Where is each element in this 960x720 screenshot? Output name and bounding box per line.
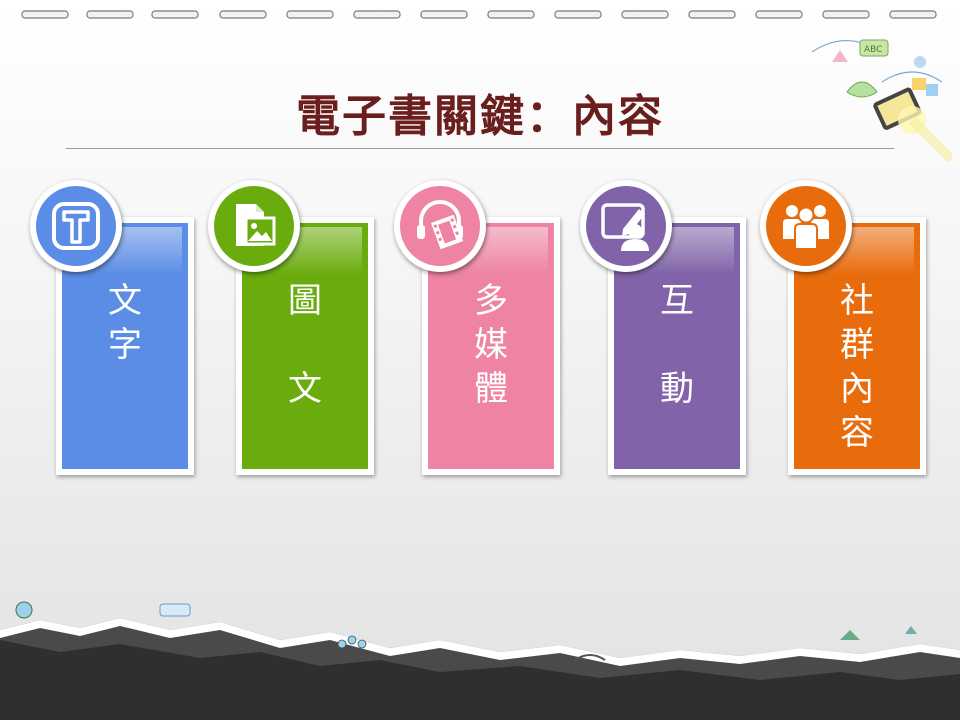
community-badge [760, 180, 852, 272]
card-label: 圖 文 [288, 281, 322, 409]
title-divider [66, 148, 894, 149]
headphones-film-icon [417, 200, 464, 250]
card-label: 多 媒 體 [474, 281, 508, 409]
card-label: 文 字 [108, 281, 142, 365]
text-t-icon [52, 202, 100, 250]
image-text-badge [208, 180, 300, 272]
multimedia-badge [394, 180, 486, 272]
image-file-icon [236, 204, 276, 246]
torn-paper-decoration [0, 601, 960, 720]
community-people-icon [783, 205, 829, 250]
interactive-badge [580, 180, 672, 272]
text-badge [30, 180, 122, 272]
slide-title: 電子書關鍵：內容 [296, 91, 664, 142]
slide: ABC 電子書關鍵：內容 文 字 圖 文 多 媒 體 互 動 社 群 內 容 [0, 0, 960, 720]
card-label: 社 群 內 容 [840, 281, 874, 453]
edit-user-icon [601, 203, 649, 251]
svg-text:ABC: ABC [864, 45, 882, 55]
card-label: 互 動 [660, 281, 694, 409]
